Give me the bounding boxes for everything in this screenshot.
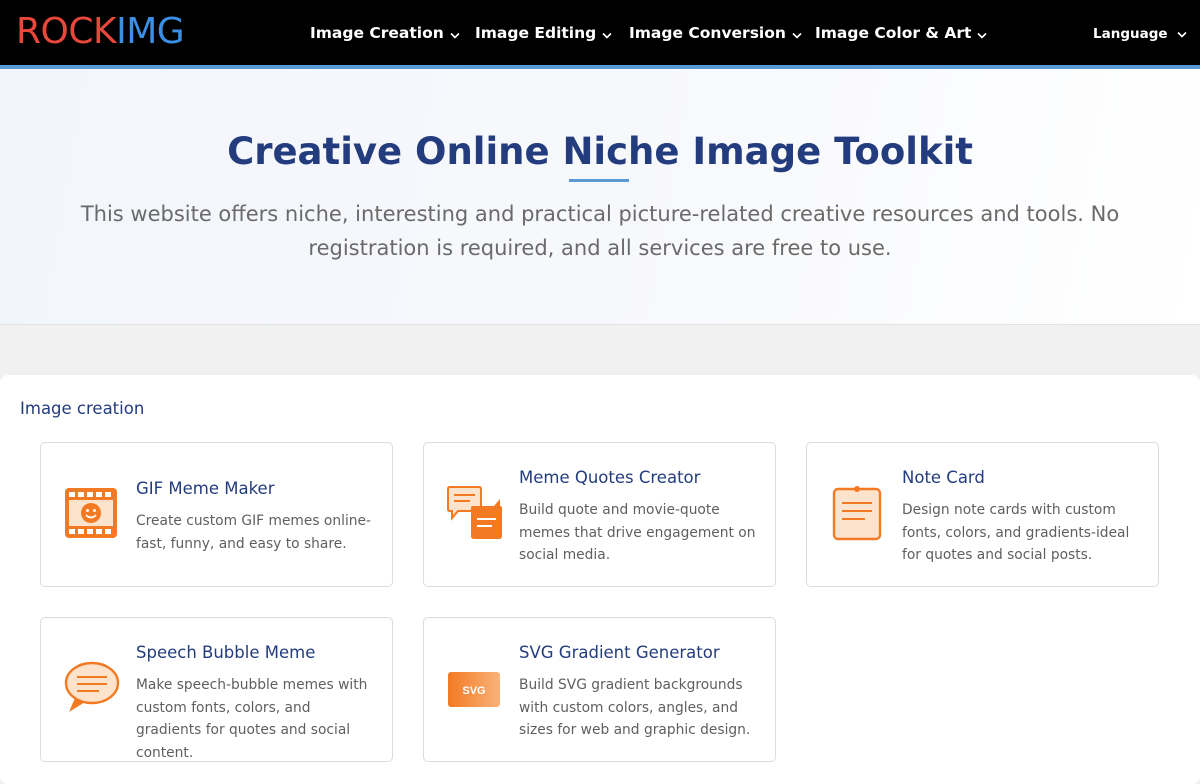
card-description: Make speech-bubble memes with custom fon…	[136, 677, 368, 761]
tool-card-svg-gradient-generator[interactable]: SVG SVG Gradient Generator Build SVG gra…	[423, 617, 776, 762]
card-title: Speech Bubble Meme	[136, 643, 316, 662]
tool-card-gif-meme-maker[interactable]: GIF Meme Maker Create custom GIF memes o…	[40, 442, 393, 587]
nav-label: Image Conversion	[629, 24, 786, 42]
gif-film-icon	[63, 484, 121, 542]
language-dropdown[interactable]: Language	[1093, 23, 1187, 45]
hero-title: Creative Online Niche Image Toolkit	[227, 130, 973, 173]
card-title: SVG Gradient Generator	[519, 643, 720, 662]
tool-card-meme-quotes-creator[interactable]: Meme Quotes Creator Build quote and movi…	[423, 442, 776, 587]
speech-bubble-icon	[63, 658, 121, 716]
nav-image-editing[interactable]: Image Editing	[475, 22, 612, 44]
nav-image-conversion[interactable]: Image Conversion	[629, 22, 802, 44]
card-title: GIF Meme Maker	[136, 479, 275, 498]
tool-card-speech-bubble-meme[interactable]: Speech Bubble Meme Make speech-bubble me…	[40, 617, 393, 762]
language-label: Language	[1093, 26, 1168, 42]
logo-text-rock: ROCK	[16, 11, 117, 52]
card-title: Meme Quotes Creator	[519, 468, 701, 487]
chevron-down-icon	[602, 23, 612, 45]
card-description: Design note cards with custom fonts, col…	[902, 502, 1130, 563]
hero-banner: Creative Online Niche Image Toolkit This…	[0, 69, 1200, 325]
tool-card-note-card[interactable]: Note Card Design note cards with custom …	[806, 442, 1159, 587]
site-logo[interactable]: ROCKIMG	[16, 10, 185, 54]
chevron-down-icon	[977, 23, 987, 45]
card-description: Build SVG gradient backgrounds with cust…	[519, 677, 751, 738]
hero-description: This website offers niche, interesting a…	[80, 202, 1120, 260]
nav-label: Image Creation	[310, 24, 444, 42]
card-description: Build quote and movie-quote memes that d…	[519, 502, 756, 563]
card-description: Create custom GIF memes online-fast, fun…	[136, 513, 371, 552]
nav-label: Image Editing	[475, 24, 597, 42]
svg-badge-text: SVG	[462, 685, 485, 697]
top-navbar: ROCKIMG Image Creation Image Editing Ima…	[0, 0, 1200, 65]
chevron-down-icon	[1176, 23, 1187, 45]
nav-image-color-art[interactable]: Image Color & Art	[815, 22, 987, 44]
title-underline	[569, 179, 629, 182]
chevron-down-icon	[792, 23, 802, 45]
chat-bubbles-icon	[446, 484, 504, 542]
section-title: Image creation	[20, 399, 145, 418]
svg-badge-icon: SVG	[446, 662, 504, 720]
nav-label: Image Color & Art	[815, 24, 972, 42]
logo-text-img: IMG	[116, 11, 185, 52]
card-title: Note Card	[902, 468, 985, 487]
note-card-icon	[829, 484, 887, 542]
chevron-down-icon	[450, 23, 460, 45]
nav-image-creation[interactable]: Image Creation	[310, 22, 460, 44]
